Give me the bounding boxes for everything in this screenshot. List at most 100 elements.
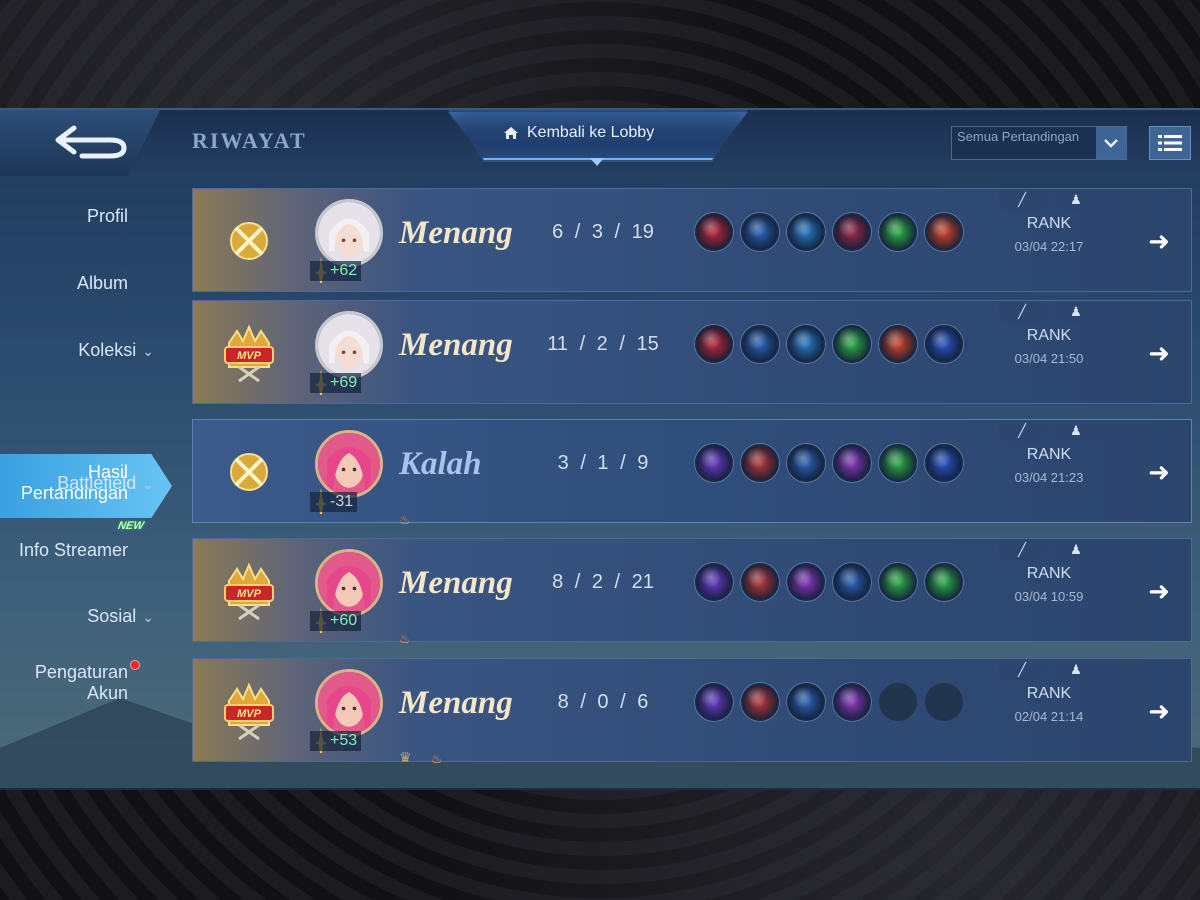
item-icon [741,563,779,601]
hero-portrait [318,314,380,376]
match-row[interactable]: MVP +53 Menang 8 / 0 / 6 ╱ ♟ RANK 02/04 … [192,658,1192,766]
item-icon [787,213,825,251]
mode-icons: ╱ ♟ [999,301,1099,323]
sidebar-item-battlefield[interactable]: Battlefield ⌄ [57,473,154,495]
streak-fire-icon: ♨ [431,751,443,766]
item-build [695,325,963,363]
filter-dropdown-button[interactable] [1096,127,1126,159]
match-mode: RANK [1026,215,1072,232]
sidebar-item-koleksi[interactable]: Koleksi ⌄ [78,340,154,362]
item-icon [833,563,871,601]
lobby-label-text: Kembali ke Lobby [527,124,655,141]
item-icon [925,325,963,363]
item-icon [695,683,733,721]
arrow-right-icon: ➜ [1148,695,1170,726]
mode-icons: ╱ ♟ [999,420,1099,442]
sidebar-item-album[interactable]: Album [77,273,128,294]
back-to-lobby-label[interactable]: Kembali ke Lobby [503,124,654,142]
item-build [695,444,963,482]
match-result: Menang [399,327,513,363]
match-row[interactable]: +62 Menang 6 / 3 / 19 ╱ ♟ RANK 03/04 22:… [192,188,1192,292]
party-icon: ♟ [1053,659,1099,681]
sidebar-item-info-streamer[interactable]: Info Streamer [0,540,128,561]
item-icon [787,683,825,721]
arrow-right-icon: ➜ [1148,337,1170,368]
list-icon [1158,135,1182,151]
sidebar-item-pengaturan-akun[interactable]: Pengaturan Akun [18,662,128,704]
mode-icons: ╱ ♟ [999,539,1099,561]
rank-points: +69 [310,373,362,393]
list-view-button[interactable] [1149,126,1191,160]
chevron-down-icon: ⌄ [142,475,154,492]
item-icon [695,563,733,601]
arrow-right-icon: ➜ [1148,575,1170,606]
sidebar: Profil Album Koleksi ⌄ Hasil Pertandingan… [0,176,180,788]
party-icon: ♟ [1053,539,1099,561]
home-icon [504,127,518,139]
item-icon [741,444,779,482]
page-title: RIWAYAT [192,128,307,153]
match-detail-button[interactable]: ➜ [1139,335,1179,371]
match-detail-button[interactable]: ➜ [1139,693,1179,729]
empty-item-slot [925,683,963,721]
kda-score: 8 / 0 / 6 [557,691,649,713]
match-detail-button[interactable]: ➜ [1139,573,1179,609]
item-icon [833,213,871,251]
item-icon [695,325,733,363]
crown-icon: ♛ [399,749,412,765]
sidebar-item-label: Battlefield [57,473,137,493]
match-row[interactable]: MVP +69 Menang 11 / 2 / 15 ╱ ♟ RANK 03/0… [192,300,1192,404]
match-filter-select[interactable]: Semua Pertandingan [951,126,1127,160]
notification-dot [130,660,140,670]
streak-fire-icon: ♨ [399,512,411,527]
item-icon [787,325,825,363]
item-build [695,213,963,251]
crossed-swords-medal-icon [230,222,268,260]
sidebar-item-profil[interactable]: Profil [87,206,128,227]
hero-portrait [318,672,380,734]
match-mode: RANK [1026,685,1072,702]
match-date: 03/04 22:17 [1014,239,1084,254]
match-mode: RANK [1026,565,1072,582]
match-date: 03/04 21:23 [1014,470,1084,485]
kda-score: 11 / 2 / 15 [547,333,659,355]
mvp-medal-icon: MVP [224,562,274,621]
match-row[interactable]: -31 Kalah 3 / 1 / 9 ╱ ♟ RANK 03/04 21:23… [192,419,1192,527]
rank-mode-icon: ╱ [999,301,1045,323]
sidebar-item-sosial[interactable]: Sosial ⌄ [87,606,154,628]
match-result: Menang [399,565,513,601]
match-detail-button[interactable]: ➜ [1139,223,1179,259]
hero-portrait [318,433,380,495]
item-icon [833,683,871,721]
item-icon [695,444,733,482]
rank-points: +62 [310,261,362,281]
item-icon [925,444,963,482]
empty-item-slot [879,683,917,721]
match-date: 03/04 10:59 [1014,589,1084,604]
match-result: Menang [399,685,513,721]
match-detail-button[interactable]: ➜ [1139,454,1179,490]
sidebar-item-label: Sosial [87,606,137,626]
filter-value: Semua Pertandingan [957,129,1080,144]
party-icon: ♟ [1053,189,1099,211]
item-icon [833,325,871,363]
arrow-right-icon: ➜ [1148,456,1170,487]
mvp-medal-icon: MVP [224,682,274,741]
arrow-right-icon: ➜ [1148,225,1170,256]
hero-portrait [318,552,380,614]
item-icon [879,444,917,482]
item-icon [879,563,917,601]
back-arrow-icon [55,125,127,159]
chevron-down-icon: ⌄ [142,608,154,625]
match-row[interactable]: MVP +60 Menang 8 / 2 / 21 ╱ ♟ RANK 03/04… [192,538,1192,646]
item-icon [695,213,733,251]
rank-points: -31 [310,492,358,512]
chevron-down-icon: ⌄ [142,342,154,359]
kda-score: 6 / 3 / 19 [552,221,654,243]
match-mode: RANK [1026,446,1072,463]
sidebar-item-label: Koleksi [78,340,137,360]
crossed-swords-medal-icon [230,453,268,491]
mode-icons: ╱ ♟ [999,189,1099,211]
rank-points: +53 [310,731,362,751]
item-icon [833,444,871,482]
